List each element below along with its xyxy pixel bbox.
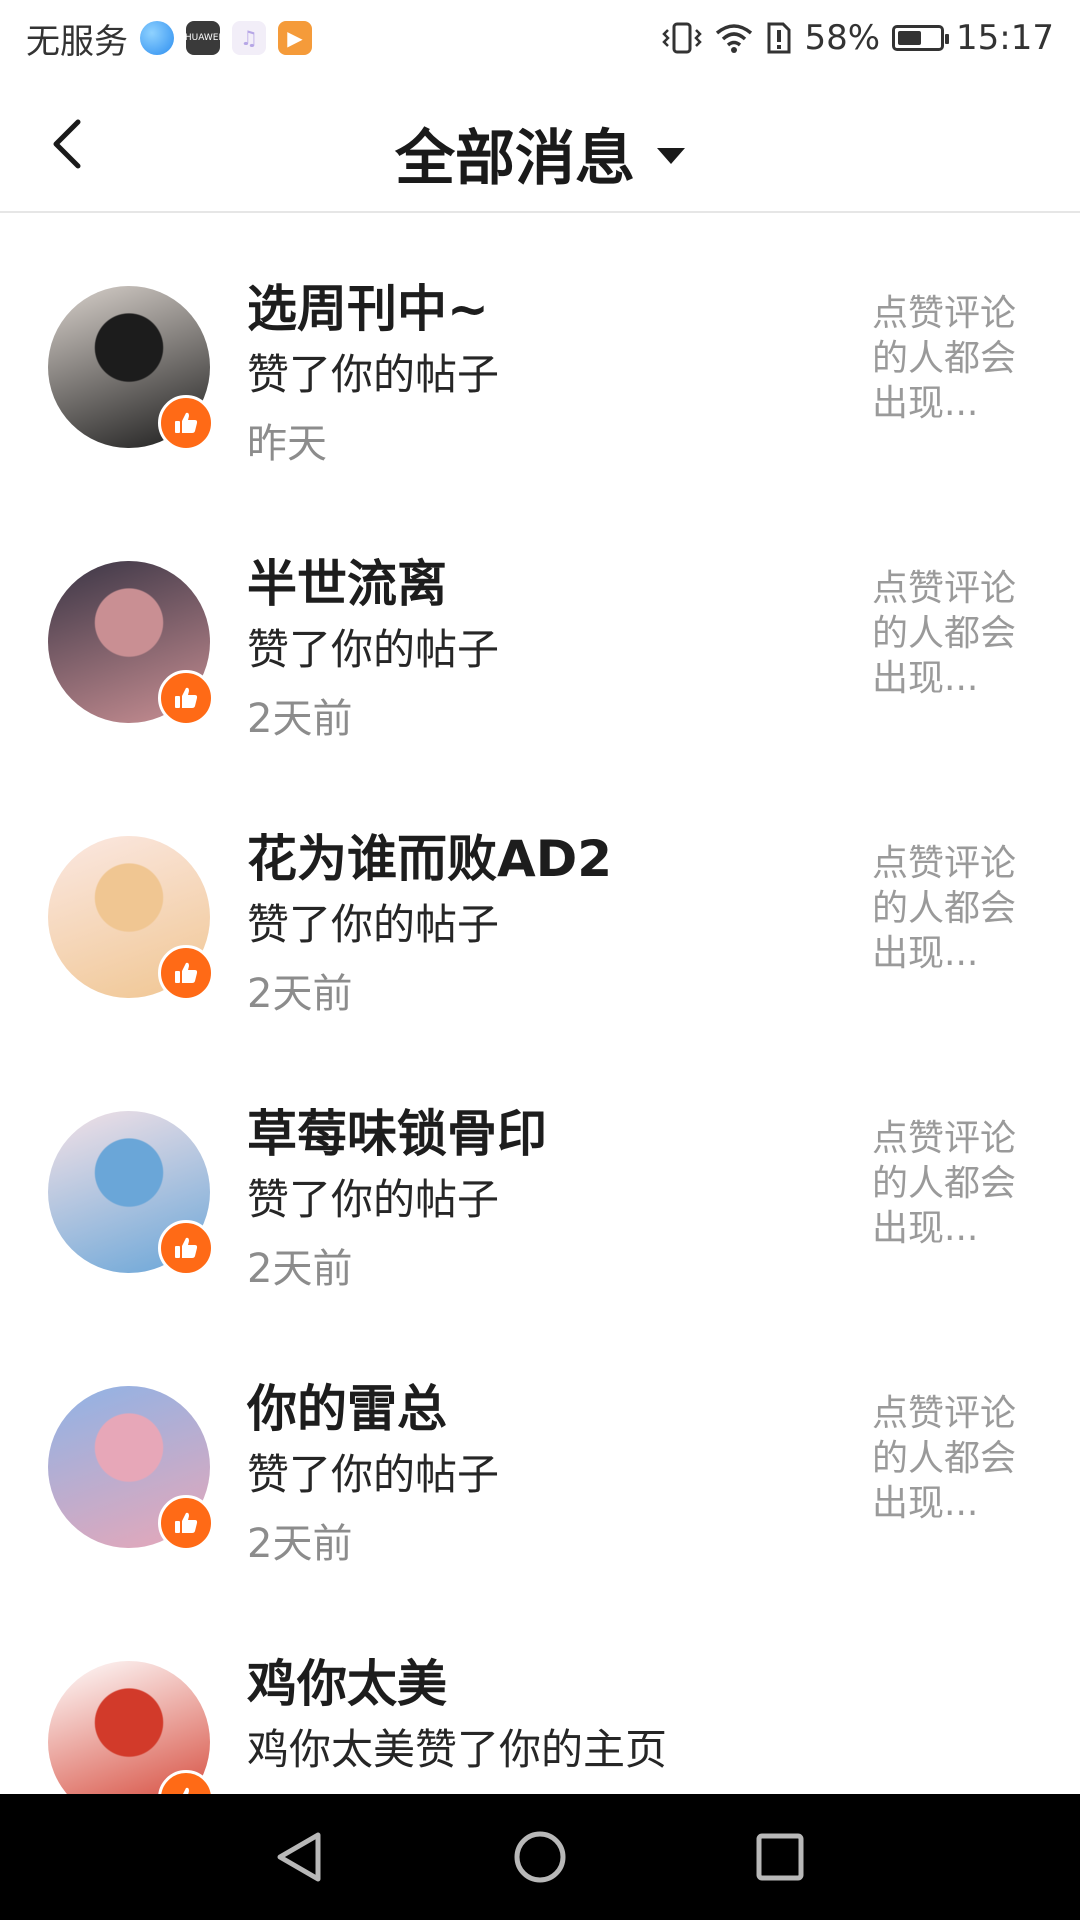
action-text: 赞了你的帖子 <box>247 350 500 399</box>
timestamp: 昨天 <box>247 421 327 467</box>
post-preview[interactable]: 点赞评论的人都会出现... <box>872 291 1032 426</box>
user-name[interactable]: 草莓味锁骨印 <box>247 1094 547 1166</box>
clock: 15:17 <box>956 18 1054 58</box>
thumbs-up-icon <box>175 412 198 433</box>
status-bar-left: 无服务 HUAWEI ♫ ▶ <box>26 14 312 63</box>
square-recents-icon <box>756 1833 804 1881</box>
caret-down-icon <box>657 147 685 164</box>
post-preview[interactable]: 点赞评论的人都会出现... <box>872 841 1032 976</box>
wifi-icon <box>716 24 753 53</box>
status-bar: 无服务 HUAWEI ♫ ▶ 58% 15:17 <box>0 0 1080 76</box>
post-preview[interactable]: 点赞评论的人都会出现... <box>872 566 1032 701</box>
notification-item[interactable]: 选周刊中~ 赞了你的帖子 昨天 点赞评论的人都会出现... <box>0 213 1080 488</box>
action-text: 赞了你的帖子 <box>247 1175 500 1224</box>
notification-item[interactable]: 草莓味锁骨印 赞了你的帖子 2天前 点赞评论的人都会出现... <box>0 1038 1080 1313</box>
post-preview[interactable]: 点赞评论的人都会出现... <box>872 1116 1032 1251</box>
nav-home-button[interactable] <box>500 1817 580 1897</box>
navigation-bar <box>0 1794 1080 1920</box>
timestamp: 2天前 <box>247 696 353 742</box>
nav-recents-button[interactable] <box>740 1817 820 1897</box>
like-badge <box>158 395 214 451</box>
huawei-icon: HUAWEI <box>185 21 221 55</box>
action-text: 赞了你的帖子 <box>247 625 500 674</box>
music-icon: ♫ <box>232 21 266 55</box>
battery-fill <box>898 31 922 45</box>
header: 全部消息 <box>0 76 1080 213</box>
action-text: 赞了你的帖子 <box>247 1450 500 1499</box>
status-bar-right: 58% 15:17 <box>662 18 1054 58</box>
thumbs-up-icon <box>175 962 198 983</box>
circle-home-icon <box>514 1831 566 1883</box>
sim-alert-icon <box>767 22 791 54</box>
user-name[interactable]: 你的雷总 <box>247 1369 447 1441</box>
like-badge <box>158 1220 214 1276</box>
vibrate-icon <box>662 22 703 54</box>
user-name[interactable]: 半世流离 <box>247 544 447 616</box>
notification-item[interactable]: 半世流离 赞了你的帖子 2天前 点赞评论的人都会出现... <box>0 488 1080 763</box>
user-name[interactable]: 鸡你太美 <box>247 1644 447 1716</box>
timestamp: 2天前 <box>247 1521 353 1567</box>
browser-icon <box>140 21 174 55</box>
timestamp: 2天前 <box>247 1246 353 1292</box>
carrier-text: 无服务 <box>26 21 128 62</box>
notification-list: 选周刊中~ 赞了你的帖子 昨天 点赞评论的人都会出现... 半世流离 赞了你的帖… <box>0 213 1080 1863</box>
timestamp: 2天前 <box>247 971 353 1017</box>
like-badge <box>158 1495 214 1551</box>
post-preview[interactable]: 点赞评论的人都会出现... <box>872 1391 1032 1526</box>
battery-percent: 58% <box>804 18 881 58</box>
thumbs-up-icon <box>175 1237 198 1258</box>
nav-back-button[interactable] <box>260 1817 340 1897</box>
notification-item[interactable]: 你的雷总 赞了你的帖子 2天前 点赞评论的人都会出现... <box>0 1313 1080 1588</box>
page-title: 全部消息 <box>395 124 635 194</box>
thumbs-up-icon <box>175 687 198 708</box>
title-dropdown[interactable]: 全部消息 <box>0 110 1080 197</box>
action-text: 鸡你太美赞了你的主页 <box>247 1725 668 1774</box>
triangle-back-icon <box>277 1832 321 1882</box>
user-name[interactable]: 选周刊中~ <box>247 269 489 341</box>
battery-icon <box>892 25 950 51</box>
notification-item[interactable]: 花为谁而败AD2 赞了你的帖子 2天前 点赞评论的人都会出现... <box>0 763 1080 1038</box>
user-name[interactable]: 花为谁而败AD2 <box>247 819 612 891</box>
like-badge <box>158 670 214 726</box>
video-icon: ▶ <box>278 21 312 55</box>
like-badge <box>158 945 214 1001</box>
action-text: 赞了你的帖子 <box>247 900 500 949</box>
thumbs-up-icon <box>175 1512 198 1533</box>
